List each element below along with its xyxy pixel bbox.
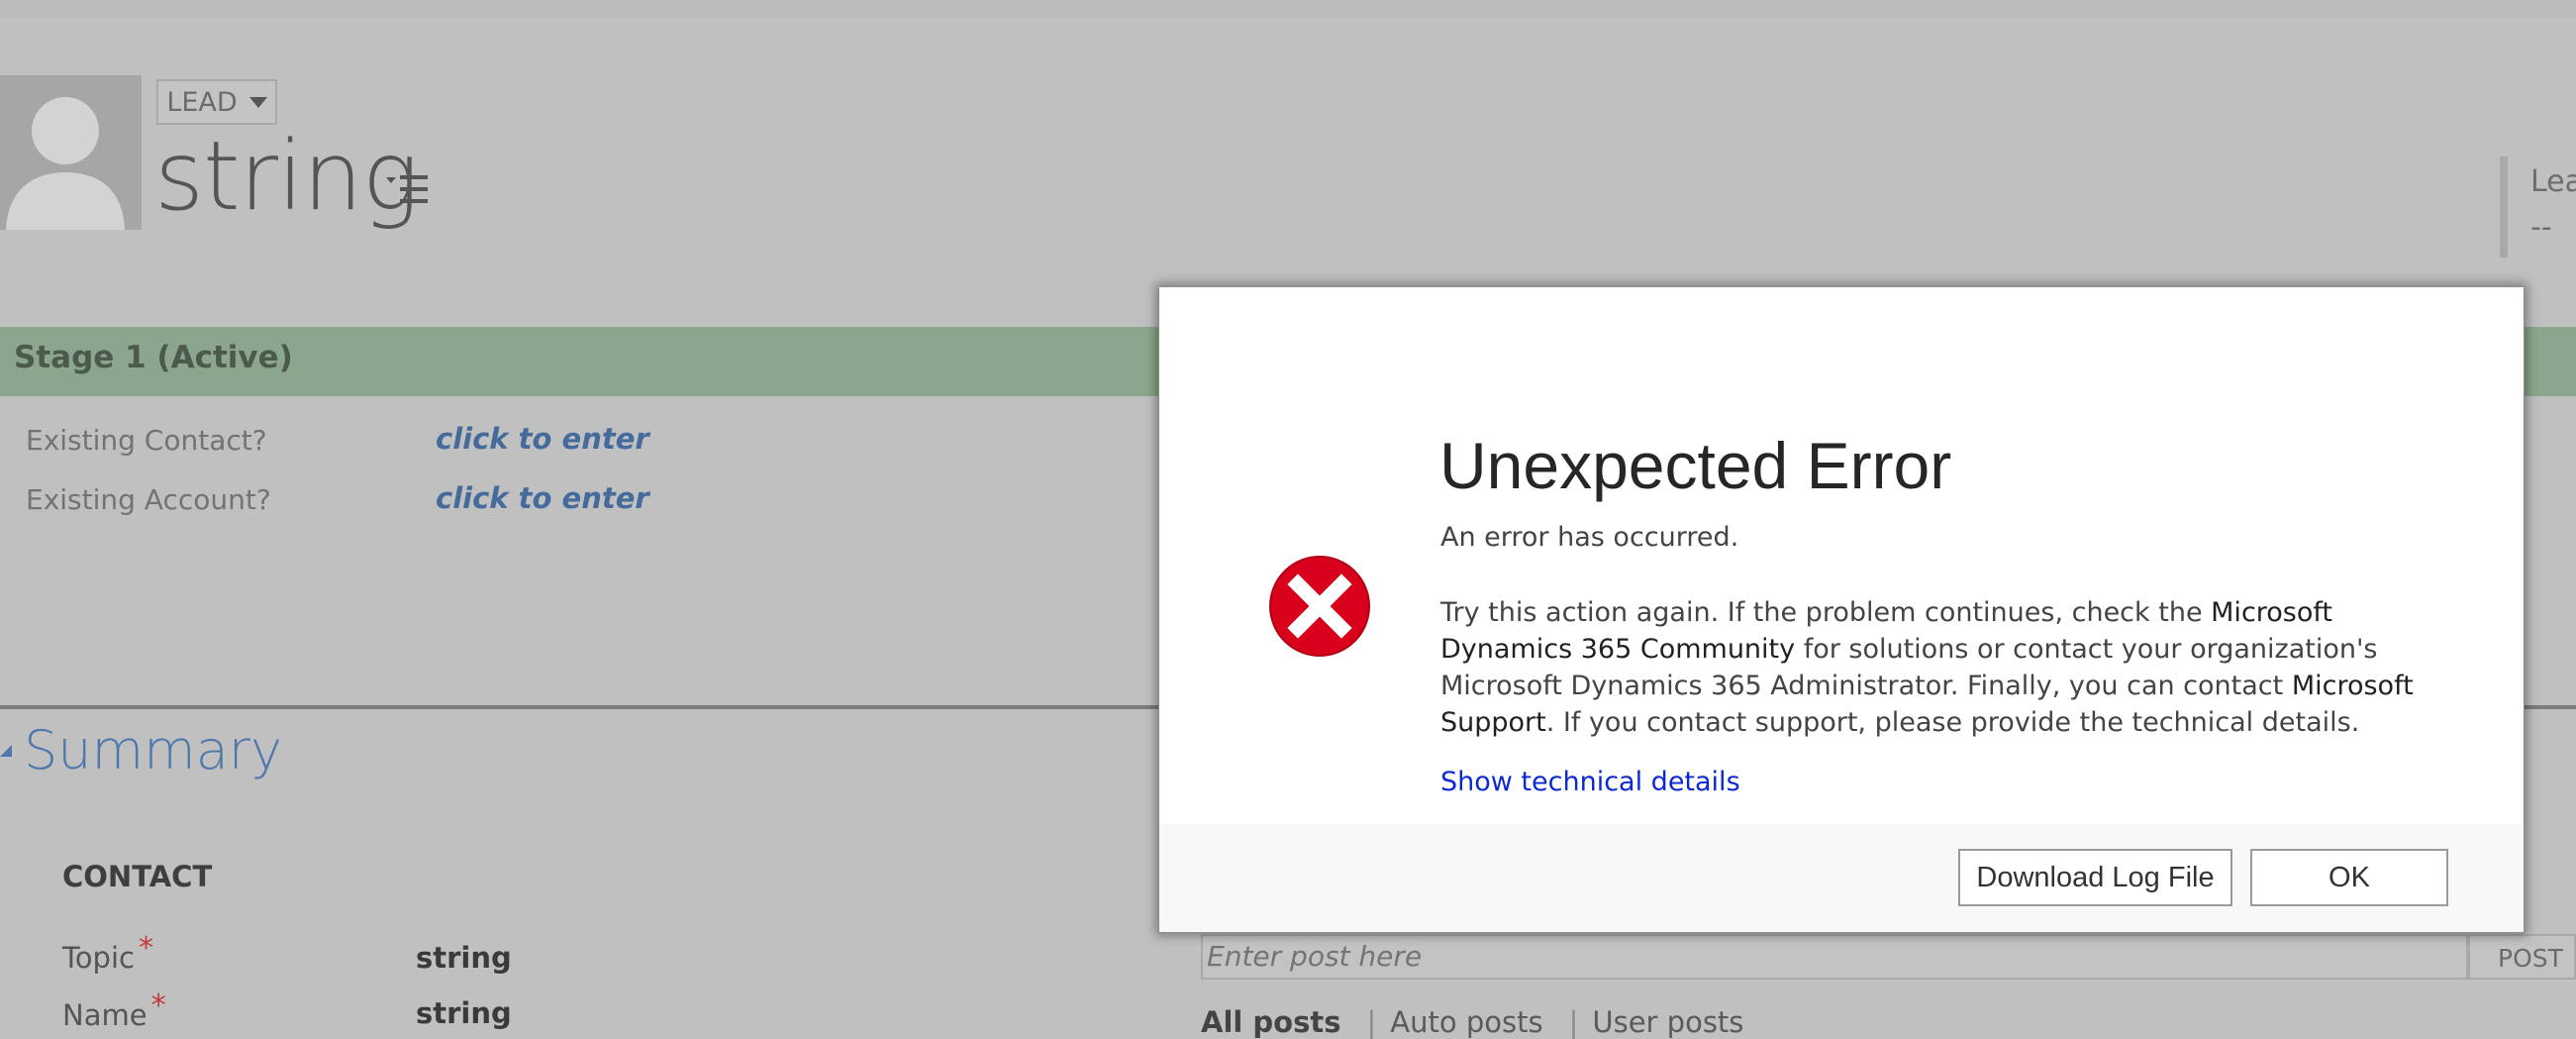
tab-user-posts[interactable]: User posts xyxy=(1592,1005,1743,1039)
name-value[interactable]: string xyxy=(416,996,512,1030)
post-button[interactable]: POST xyxy=(2468,934,2576,980)
header-field-bar xyxy=(2500,156,2508,258)
dialog-message-part: Try this action again. If the problem co… xyxy=(1440,597,2212,628)
tab-auto-posts[interactable]: Auto posts xyxy=(1390,1005,1542,1039)
name-label-text: Name xyxy=(62,998,148,1032)
tab-separator: | xyxy=(1366,1005,1377,1039)
record-title: string xyxy=(154,121,419,232)
top-bar xyxy=(0,0,2576,18)
ok-button[interactable]: OK xyxy=(2250,849,2448,906)
dialog-title: Unexpected Error xyxy=(1439,429,1952,502)
tab-all-posts[interactable]: All posts xyxy=(1201,1005,1341,1039)
post-filter-tabs: All posts | Auto posts | User posts xyxy=(1201,1005,1769,1039)
existing-contact-input[interactable]: click to enter xyxy=(436,422,649,456)
dialog-message: Try this action again. If the problem co… xyxy=(1440,594,2430,741)
tab-separator: | xyxy=(1568,1005,1579,1039)
required-asterisk: * xyxy=(138,931,153,966)
existing-account-label: Existing Account? xyxy=(26,483,271,516)
error-x-icon xyxy=(1268,555,1371,662)
topic-value[interactable]: string xyxy=(416,941,512,975)
existing-contact-label: Existing Contact? xyxy=(26,424,267,457)
post-input[interactable]: Enter post here xyxy=(1201,934,2468,980)
existing-account-input[interactable]: click to enter xyxy=(436,481,649,515)
name-label: Name * xyxy=(62,988,166,1033)
download-log-button[interactable]: Download Log File xyxy=(1958,849,2232,906)
record-menu-icon[interactable] xyxy=(386,173,430,211)
summary-section-title[interactable]: Summary xyxy=(24,719,282,781)
dialog-message-part: . If you contact support, please provide… xyxy=(1545,707,2360,738)
topic-label-text: Topic xyxy=(62,941,135,975)
show-technical-details-link[interactable]: Show technical details xyxy=(1440,767,1740,797)
caret-down-icon xyxy=(248,96,267,108)
collapse-triangle-icon[interactable] xyxy=(0,745,12,757)
header-field-label: Lea xyxy=(2530,164,2576,199)
avatar[interactable] xyxy=(0,75,142,230)
dialog-subtitle: An error has occurred. xyxy=(1440,522,1739,553)
required-asterisk: * xyxy=(150,988,166,1023)
stage-label: Stage 1 (Active) xyxy=(14,340,293,375)
person-silhouette-icon xyxy=(0,75,142,230)
contact-section-title: CONTACT xyxy=(62,860,213,893)
header-field-value[interactable]: -- xyxy=(2530,210,2552,245)
entity-label: LEAD xyxy=(166,86,238,118)
topic-label: Topic * xyxy=(62,931,153,976)
